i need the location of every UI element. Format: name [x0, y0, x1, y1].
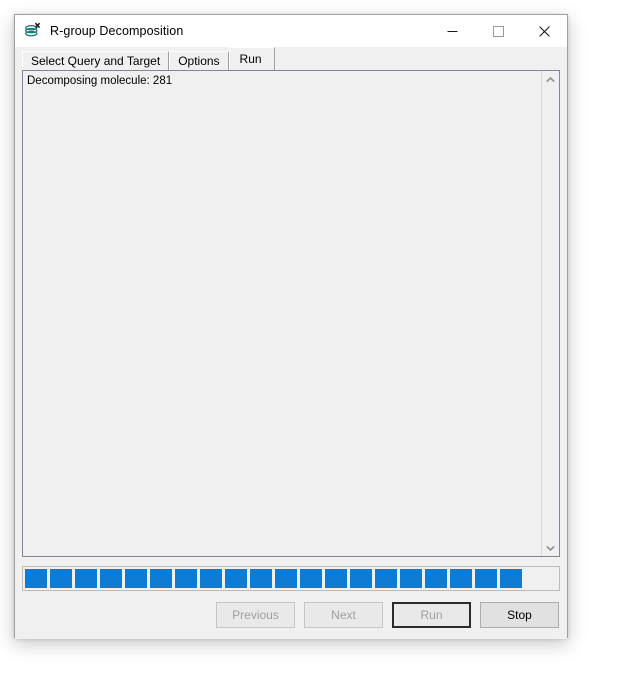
- close-icon: [538, 25, 550, 37]
- progress-segment: [125, 569, 147, 588]
- scroll-down-button[interactable]: [542, 539, 559, 556]
- previous-button[interactable]: Previous: [216, 602, 295, 628]
- vertical-scrollbar[interactable]: [541, 71, 559, 556]
- progress-segment: [25, 569, 47, 588]
- progress-segment: [75, 569, 97, 588]
- window-title: R-group Decomposition: [50, 23, 184, 38]
- progress-segment: [50, 569, 72, 588]
- maximize-icon: [492, 25, 504, 37]
- stop-button[interactable]: Stop: [480, 602, 559, 628]
- progress-segment: [350, 569, 372, 588]
- next-button[interactable]: Next: [304, 602, 383, 628]
- log-panel: Decomposing molecule: 281: [22, 70, 560, 557]
- window-controls: [429, 15, 567, 47]
- progress-segment: [450, 569, 472, 588]
- minimize-button[interactable]: [429, 15, 475, 47]
- scroll-up-button[interactable]: [542, 71, 559, 88]
- progress-segment: [400, 569, 422, 588]
- progress-segment: [100, 569, 122, 588]
- progress-segment: [325, 569, 347, 588]
- progress-segment: [150, 569, 172, 588]
- tab-select-query-and-target[interactable]: Select Query and Target: [22, 51, 170, 70]
- button-row: Previous Next Run Stop: [22, 591, 560, 639]
- chevron-down-icon: [546, 545, 555, 551]
- scrollbar-track[interactable]: [542, 88, 559, 539]
- tab-options[interactable]: Options: [169, 51, 229, 70]
- stacked-disk-x-icon: [24, 22, 42, 40]
- progress-segment: [200, 569, 222, 588]
- chevron-up-icon: [546, 76, 555, 82]
- progress-bar: [22, 566, 560, 591]
- progress-segment: [225, 569, 247, 588]
- application-window: R-group Decomposition Select Query and T…: [14, 14, 568, 639]
- progress-segment: [250, 569, 272, 588]
- tab-run[interactable]: Run: [228, 47, 275, 70]
- close-button[interactable]: [521, 15, 567, 47]
- progress-track: [25, 569, 557, 588]
- log-output-text: Decomposing molecule: 281: [27, 75, 173, 87]
- progress-segment: [175, 569, 197, 588]
- run-button[interactable]: Run: [392, 602, 471, 628]
- progress-segment: [375, 569, 397, 588]
- desktop-background: R-group Decomposition Select Query and T…: [0, 0, 618, 682]
- maximize-button[interactable]: [475, 15, 521, 47]
- progress-segment: [300, 569, 322, 588]
- progress-segment: [275, 569, 297, 588]
- progress-segment: [500, 569, 522, 588]
- tab-bar: Select Query and Target Options Run: [15, 47, 567, 70]
- minimize-icon: [447, 30, 457, 32]
- progress-segment: [475, 569, 497, 588]
- title-bar: R-group Decomposition: [15, 15, 567, 47]
- progress-segment: [425, 569, 447, 588]
- progress-fill: [25, 569, 557, 588]
- client-area: Decomposing molecule: 281 Previous Next …: [15, 70, 567, 639]
